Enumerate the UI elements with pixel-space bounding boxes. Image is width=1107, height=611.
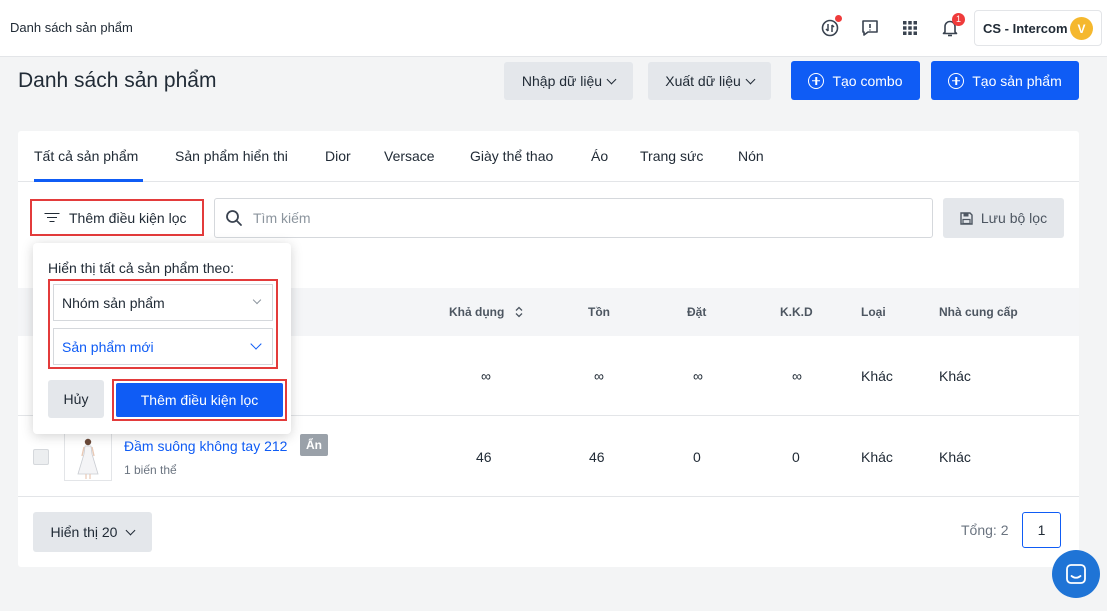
tab-shirts[interactable]: Áo bbox=[591, 148, 608, 164]
cancel-button[interactable]: Hủy bbox=[48, 380, 104, 418]
filter-fields-highlight: Nhóm sản phẩm Sản phẩm mới bbox=[48, 279, 278, 369]
filter-field-value: Nhóm sản phẩm bbox=[62, 294, 165, 311]
chat-launcher-button[interactable] bbox=[1052, 550, 1100, 598]
update-dot bbox=[835, 15, 842, 22]
filter-popover-label: Hiển thị tất cả sản phẩm theo: bbox=[48, 260, 234, 276]
chevron-down-icon bbox=[252, 295, 262, 305]
create-product-button[interactable]: Tạo sản phẩm bbox=[931, 61, 1079, 100]
cell-ordered: ∞ bbox=[693, 368, 703, 384]
chevron-down-icon bbox=[250, 338, 262, 350]
account-switcher[interactable]: CS - Intercom V bbox=[974, 10, 1102, 46]
search-icon bbox=[226, 210, 242, 226]
product-name-link[interactable]: Đầm suông không tay 212 bbox=[124, 438, 287, 454]
column-ordered: Đặt bbox=[687, 305, 707, 319]
active-tab-indicator bbox=[34, 179, 143, 182]
export-data-button[interactable]: Xuất dữ liệu bbox=[648, 62, 771, 100]
avatar: V bbox=[1070, 17, 1093, 40]
account-name: CS - Intercom bbox=[983, 20, 1068, 36]
cell-kkd: ∞ bbox=[792, 368, 802, 384]
pagination-page-1[interactable]: 1 bbox=[1022, 512, 1061, 548]
hidden-status-badge: Ẩn bbox=[300, 434, 328, 456]
tab-hats[interactable]: Nón bbox=[738, 148, 764, 164]
feedback-icon[interactable] bbox=[856, 14, 884, 42]
breadcrumb: Danh sách sản phẩm bbox=[10, 20, 133, 35]
create-product-label: Tạo sản phẩm bbox=[972, 72, 1062, 89]
search-input[interactable] bbox=[253, 210, 893, 226]
variant-count: 1 biến thể bbox=[124, 463, 177, 477]
page-size-select[interactable]: Hiển thị 20 bbox=[33, 512, 152, 552]
save-filter-label: Lưu bộ lọc bbox=[980, 210, 1048, 226]
notification-bell-icon[interactable]: 1 bbox=[936, 13, 965, 42]
search-box[interactable] bbox=[214, 198, 933, 238]
save-icon bbox=[960, 211, 973, 225]
filter-value-select[interactable]: Sản phẩm mới bbox=[53, 328, 273, 365]
filter-value-text: Sản phẩm mới bbox=[62, 338, 154, 355]
notification-badge: 1 bbox=[952, 13, 965, 26]
tab-sport-shoes[interactable]: Giày thể thao bbox=[470, 148, 553, 164]
create-combo-label: Tạo combo bbox=[832, 72, 903, 89]
add-filter-button[interactable]: Thêm điều kiện lọc bbox=[30, 199, 204, 236]
total-count: Tổng: 2 bbox=[961, 522, 1009, 538]
tab-all-products[interactable]: Tất cả sản phẩm bbox=[34, 148, 138, 164]
chevron-down-icon bbox=[606, 74, 617, 84]
tab-jewelry[interactable]: Trang sức bbox=[640, 148, 703, 164]
product-thumbnail[interactable] bbox=[64, 433, 112, 481]
export-data-label: Xuất dữ liệu bbox=[665, 73, 741, 89]
column-stock: Tồn bbox=[588, 305, 610, 319]
tab-versace[interactable]: Versace bbox=[384, 148, 435, 164]
column-type: Loại bbox=[861, 305, 886, 319]
import-data-button[interactable]: Nhập dữ liệu bbox=[504, 62, 633, 100]
import-data-label: Nhập dữ liệu bbox=[521, 73, 603, 89]
apps-grid-icon[interactable] bbox=[896, 14, 924, 42]
cell-type: Khác bbox=[861, 449, 893, 465]
cell-kkd: 0 bbox=[792, 449, 800, 465]
column-available[interactable]: Khả dụng bbox=[449, 305, 524, 319]
product-tabs: Tất cả sản phẩm Sản phẩm hiển thi Dior V… bbox=[18, 131, 1079, 182]
cell-available: ∞ bbox=[481, 368, 491, 384]
cell-stock: ∞ bbox=[594, 368, 604, 384]
cell-type: Khác bbox=[861, 368, 893, 384]
plus-circle-icon bbox=[808, 72, 825, 89]
row-checkbox[interactable] bbox=[33, 449, 49, 465]
save-filter-button[interactable]: Lưu bộ lọc bbox=[943, 198, 1064, 238]
top-bar: Danh sách sản phẩm 1 CS - Intercom V bbox=[0, 0, 1107, 57]
column-kkd: K.K.D bbox=[780, 305, 813, 319]
cell-available: 46 bbox=[476, 449, 492, 465]
chevron-down-icon bbox=[126, 525, 136, 535]
cell-supplier: Khác bbox=[939, 368, 971, 384]
filter-field-select[interactable]: Nhóm sản phẩm bbox=[53, 284, 273, 321]
chat-icon bbox=[1066, 564, 1086, 584]
page-size-label: Hiển thị 20 bbox=[50, 524, 118, 540]
cell-ordered: 0 bbox=[693, 449, 701, 465]
sync-icon[interactable] bbox=[816, 14, 844, 42]
create-combo-button[interactable]: Tạo combo bbox=[791, 61, 920, 100]
apply-filter-button[interactable]: Thêm điều kiện lọc bbox=[116, 383, 283, 417]
filter-popover: Hiển thị tất cả sản phẩm theo: Nhóm sản … bbox=[33, 243, 291, 434]
cell-stock: 46 bbox=[589, 449, 605, 465]
chevron-down-icon bbox=[745, 74, 756, 84]
column-supplier: Nhà cung cấp bbox=[939, 305, 1018, 319]
sort-icon bbox=[515, 306, 523, 318]
add-filter-label: Thêm điều kiện lọc bbox=[69, 209, 187, 226]
plus-circle-icon bbox=[948, 72, 965, 89]
filter-icon bbox=[44, 212, 59, 223]
cell-supplier: Khác bbox=[939, 449, 971, 465]
tab-visible-products[interactable]: Sản phẩm hiển thi bbox=[175, 148, 288, 164]
apply-filter-highlight: Thêm điều kiện lọc bbox=[112, 379, 287, 421]
tab-dior[interactable]: Dior bbox=[325, 148, 351, 164]
page-title: Danh sách sản phẩm bbox=[18, 69, 217, 92]
dress-image bbox=[77, 438, 99, 479]
